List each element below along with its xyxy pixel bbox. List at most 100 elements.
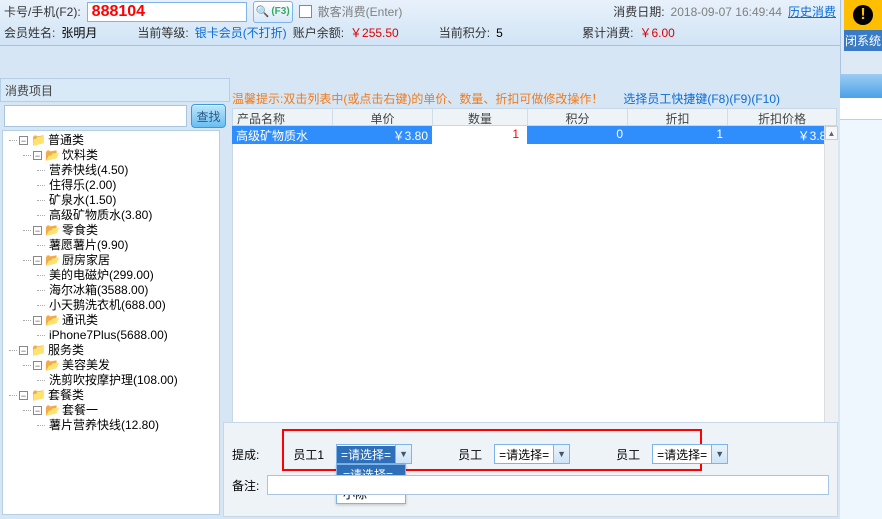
card-label: 卡号/手机(F2): <box>4 3 81 20</box>
bottom-panel: 提成: 员工1 =请选择= ▼ =请选择= 小陈 员工 =请选择= ▼ 员工 =… <box>223 422 838 517</box>
cell-name: 高级矿物质水 <box>232 126 332 144</box>
chevron-down-icon: ▼ <box>711 445 727 463</box>
history-link[interactable]: 历史消费 <box>788 3 836 20</box>
col-price[interactable]: 单价 <box>333 109 433 125</box>
total-spend-value: ￥6.00 <box>639 24 674 41</box>
tree-category[interactable]: 普通类 <box>48 133 84 147</box>
tree-item[interactable]: 海尔冰箱(3588.00) <box>49 283 148 297</box>
side-content <box>840 120 882 519</box>
tree-expander[interactable]: − <box>33 406 42 415</box>
tree-item[interactable]: 高级矿物质水(3.80) <box>49 208 152 222</box>
col-points[interactable]: 积分 <box>528 109 628 125</box>
tree-item[interactable]: 薯愿薯片(9.90) <box>49 238 128 252</box>
tree-item[interactable]: 美的电磁炉(299.00) <box>49 268 154 282</box>
folder-icon: 📂 <box>45 358 60 372</box>
tree-expander[interactable]: − <box>33 256 42 265</box>
emp1-select[interactable]: =请选择= ▼ =请选择= 小陈 <box>336 444 412 464</box>
tree-subcategory[interactable]: 零食类 <box>62 223 98 237</box>
hint-row: 温馨提示:双击列表中(或点击右键)的单价、数量、折扣可做修改操作！ 选择员工快捷… <box>232 90 837 107</box>
tree-item[interactable]: 洗剪吹按摩护理(108.00) <box>49 373 178 387</box>
hint-text: 温馨提示:双击列表中(或点击右键)的单价、数量、折扣可做修改操作！ <box>232 90 603 107</box>
section-title: 消费项目 <box>0 78 230 102</box>
category-tree[interactable]: −📁普通类−📂饮料类营养快线(4.50)住得乐(2.00)矿泉水(1.50)高级… <box>2 130 220 515</box>
staff-shortcut-hint: 选择员工快捷键(F8)(F9)(F10) <box>623 90 780 107</box>
emp1-label: 员工1 <box>293 446 324 463</box>
product-search-input[interactable] <box>4 105 187 127</box>
tree-expander[interactable]: − <box>19 346 28 355</box>
tree-subcategory[interactable]: 饮料类 <box>62 148 98 162</box>
header-row-1: 卡号/手机(F2): 🔍 (F3) 散客消费(Enter) 消费日期: 2018… <box>4 0 836 23</box>
folder-icon: 📁 <box>31 388 46 402</box>
folder-icon: 📂 <box>45 148 60 162</box>
tree-item[interactable]: 住得乐(2.00) <box>49 178 116 192</box>
level-label: 当前等级: <box>137 24 188 41</box>
folder-icon: 📂 <box>45 313 60 327</box>
total-spend-label: 累计消费: <box>582 24 633 41</box>
cell-discount[interactable]: 1 <box>627 126 727 144</box>
tree-expander[interactable]: − <box>33 361 42 370</box>
remark-row: 备注: <box>232 475 829 495</box>
grid-header: 产品名称 单价 数量 积分 折扣 折扣价格 <box>232 108 837 126</box>
remark-input[interactable] <box>267 475 829 495</box>
cell-qty[interactable]: 1 <box>432 126 527 144</box>
close-system-button[interactable]: 闭系统 <box>844 30 882 51</box>
tree-item[interactable]: 薯片营养快线(12.80) <box>49 418 159 432</box>
col-discount[interactable]: 折扣 <box>628 109 728 125</box>
folder-icon: 📂 <box>45 223 60 237</box>
cell-points: 0 <box>527 126 627 144</box>
cell-price[interactable]: ￥3.80 <box>332 126 432 144</box>
walkin-checkbox[interactable] <box>299 5 312 18</box>
member-name-value: 张明月 <box>61 24 131 41</box>
date-value: 2018-09-07 16:49:44 <box>671 5 782 19</box>
header-row-2: 会员姓名: 张明月 当前等级: 银卡会员(不打折) 账户余额: ￥255.50 … <box>4 23 836 45</box>
tree-expander[interactable]: − <box>19 391 28 400</box>
grid-row[interactable]: 高级矿物质水 ￥3.80 1 0 1 ￥3.80 <box>232 126 837 144</box>
member-name-label: 会员姓名: <box>4 24 55 41</box>
tree-category[interactable]: 服务类 <box>48 343 84 357</box>
col-qty[interactable]: 数量 <box>433 109 528 125</box>
tree-item[interactable]: 小天鹅洗衣机(688.00) <box>49 298 166 312</box>
search-button[interactable]: 查找 <box>191 104 226 128</box>
cell-discprice: ￥3.80 <box>727 126 837 144</box>
commission-label: 提成: <box>232 446 259 463</box>
tree-category[interactable]: 套餐类 <box>48 388 84 402</box>
side-blue-band <box>840 74 882 98</box>
tree-item[interactable]: 营养快线(4.50) <box>49 163 128 177</box>
search-row: 查找 <box>0 102 230 130</box>
warning-icon[interactable] <box>844 0 882 30</box>
tree-subcategory[interactable]: 厨房家居 <box>62 253 110 267</box>
f3-search-button[interactable]: 🔍 (F3) <box>253 1 293 23</box>
points-value: 5 <box>496 26 576 40</box>
col-discprice[interactable]: 折扣价格 <box>728 109 836 125</box>
card-number-input[interactable] <box>87 2 247 22</box>
emp3-select[interactable]: =请选择= ▼ <box>652 444 728 464</box>
tree-subcategory[interactable]: 通讯类 <box>62 313 98 327</box>
balance-value: ￥255.50 <box>350 24 399 41</box>
folder-icon: 📂 <box>45 253 60 267</box>
folder-icon: 📁 <box>31 343 46 357</box>
chevron-down-icon: ▼ <box>395 445 411 463</box>
balance-label: 账户余额: <box>293 24 344 41</box>
col-product[interactable]: 产品名称 <box>233 109 333 125</box>
tree-expander[interactable]: − <box>19 136 28 145</box>
grid-body[interactable] <box>232 144 837 422</box>
level-value: 银卡会员(不打折) <box>195 24 287 41</box>
chevron-down-icon: ▼ <box>553 445 569 463</box>
side-white-strip <box>840 98 882 120</box>
tree-item[interactable]: iPhone7Plus(5688.00) <box>49 328 168 342</box>
tree-expander[interactable]: − <box>33 226 42 235</box>
tree-subcategory[interactable]: 美容美发 <box>62 358 110 372</box>
scroll-up-icon[interactable]: ▲ <box>825 126 838 140</box>
tree-subcategory[interactable]: 套餐一 <box>62 403 98 417</box>
emp2-select[interactable]: =请选择= ▼ <box>494 444 570 464</box>
search-icon: 🔍 <box>256 5 270 18</box>
emp2-label: 员工 <box>458 446 482 463</box>
date-label: 消费日期: <box>613 3 664 20</box>
emp3-label: 员工 <box>616 446 640 463</box>
tree-item[interactable]: 矿泉水(1.50) <box>49 193 116 207</box>
folder-icon: 📁 <box>31 133 46 147</box>
commission-row: 提成: 员工1 =请选择= ▼ =请选择= 小陈 员工 =请选择= ▼ 员工 =… <box>232 437 728 471</box>
tree-expander[interactable]: − <box>33 151 42 160</box>
top-header: 卡号/手机(F2): 🔍 (F3) 散客消费(Enter) 消费日期: 2018… <box>0 0 840 46</box>
tree-expander[interactable]: − <box>33 316 42 325</box>
